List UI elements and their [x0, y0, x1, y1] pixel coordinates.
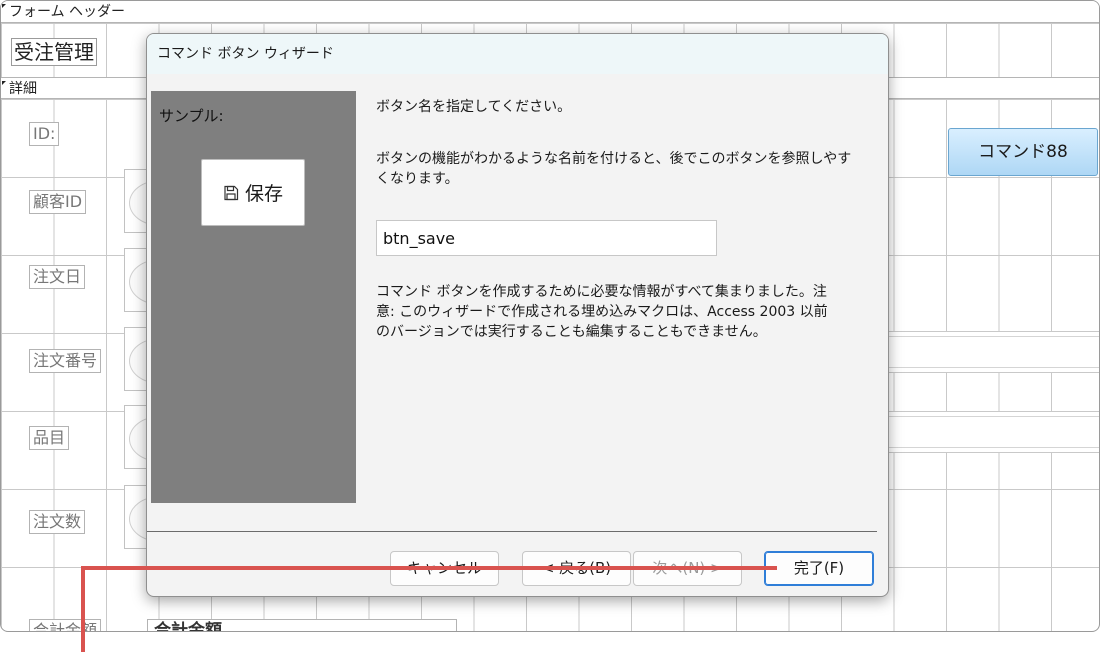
callout-pointer-horizontal [81, 566, 777, 570]
field-label-customer-id[interactable]: 顧客ID [29, 190, 87, 214]
right-field-order-number[interactable] [881, 331, 1099, 373]
instruction-macro-note: コマンド ボタンを作成するために必要な情報がすべて集まりました。注意: このウィ… [376, 284, 828, 340]
field-label-order-number[interactable]: 注文番号 [29, 349, 102, 373]
instruction-specify-name: ボタン名を指定してください。 [376, 99, 572, 115]
command-88-button[interactable]: コマンド88 [948, 128, 1098, 176]
callout-pointer-vertical [81, 566, 85, 652]
sample-preview-panel: サンプル: 保存 [151, 91, 356, 503]
field-label-id[interactable]: ID: [29, 122, 60, 146]
form-title-label[interactable]: 受注管理 [11, 38, 97, 66]
form-header-section-bar[interactable]: フォーム ヘッダー [1, 1, 1099, 23]
button-name-input[interactable] [376, 220, 717, 256]
footer-total-text[interactable]: 合計金額 [147, 619, 457, 631]
floppy-disk-icon [224, 185, 239, 200]
sample-label: サンプル: [159, 107, 224, 125]
field-label-quantity[interactable]: 注文数 [29, 510, 86, 534]
field-label-order-date[interactable]: 注文日 [29, 265, 86, 289]
field-label-item[interactable]: 品目 [29, 426, 70, 450]
instruction-name-hint: ボタンの機能がわかるような名前を付けると、後でこのボタンを参照しやすくなります。 [376, 151, 852, 187]
finish-button[interactable]: 完了(F) [764, 551, 874, 586]
sample-save-button-preview: 保存 [201, 159, 305, 226]
command-button-wizard-dialog: コマンド ボタン ウィザード サンプル: 保存 ボタン名を指定してください。 ボ… [146, 33, 889, 597]
dialog-title[interactable]: コマンド ボタン ウィザード [147, 34, 888, 74]
sample-button-text: 保存 [244, 183, 283, 205]
right-field-item[interactable] [881, 411, 1099, 453]
dialog-separator [147, 531, 877, 532]
footer-total-label[interactable]: 合計金額 [29, 619, 102, 631]
